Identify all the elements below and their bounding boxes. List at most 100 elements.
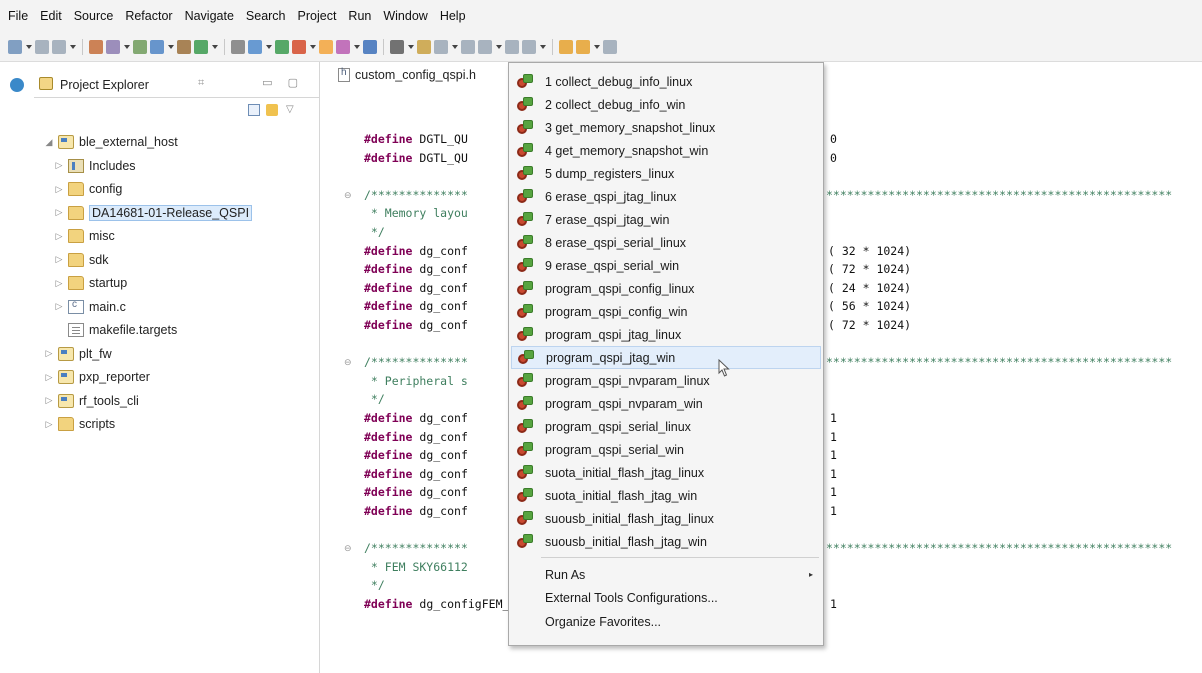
menu-search[interactable]: Search [240,5,292,27]
bug-icon[interactable] [177,39,191,54]
tool-item-collect-debug-info-win[interactable]: 2 collect_debug_info_win [511,93,821,116]
tree-item-config[interactable]: ▷ config [0,177,320,201]
collapsed-arrow-icon[interactable]: ▷ [54,160,64,171]
tree-item-pxp-reporter[interactable]: ▷ pxp_reporter [0,365,320,389]
save-icon[interactable] [35,39,49,54]
tool-item-program-qspi-serial-win[interactable]: program_qspi_serial_win [511,438,821,461]
tree-item-rf-tools-cli[interactable]: ▷ rf_tools_cli [0,389,320,413]
toolbar-dropdown-arrow-icon[interactable] [265,40,272,54]
menu-run[interactable]: Run [342,5,377,27]
menu-edit[interactable]: Edit [34,5,68,27]
wand-icon[interactable] [336,39,350,54]
tree-item-startup[interactable]: ▷ startup [0,271,320,295]
toolbar-dropdown-arrow-icon[interactable] [539,40,546,54]
fold-toggle-icon[interactable]: ⊖ [344,353,352,371]
doc-icon[interactable] [461,39,475,54]
prev-annotation-icon[interactable] [576,39,590,54]
menu-navigate[interactable]: Navigate [179,5,240,27]
close-tab-icon[interactable]: ⌗ [198,77,204,90]
fold-toggle-icon[interactable]: ⊖ [344,186,352,204]
menu-refactor[interactable]: Refactor [119,5,178,27]
tree-item-main-c[interactable]: ▷ main.c [0,295,320,319]
tool-item-dump-registers-linux[interactable]: 5 dump_registers_linux [511,162,821,185]
project-explorer-tab[interactable]: Project Explorer ⌗ ▭ ▢ [34,72,320,98]
terminal-icon[interactable] [363,39,377,54]
tree-item-misc[interactable]: ▷ misc [0,224,320,248]
doc-icon[interactable] [522,39,536,54]
save-all-icon[interactable] [52,39,66,54]
toolbar-dropdown-arrow-icon[interactable] [495,40,502,54]
tool-item-program-qspi-jtag-linux[interactable]: program_qspi_jtag_linux [511,323,821,346]
tree-item-da14681-01-release-qspi[interactable]: ▷ DA14681-01-Release_QSPI [0,201,320,225]
toolbar-dropdown-arrow-icon[interactable] [309,40,316,54]
play-icon[interactable] [194,39,208,54]
tree-item-plt-fw[interactable]: ▷ plt_fw [0,342,320,366]
collapsed-arrow-icon[interactable]: ▷ [54,231,64,242]
publish-icon[interactable] [133,39,147,54]
collapsed-arrow-icon[interactable]: ▷ [44,419,54,430]
minimize-maximize-icons[interactable]: ▭ ▢ [262,76,304,89]
toolbar-dropdown-arrow-icon[interactable] [123,40,130,54]
run-icon[interactable] [150,39,164,54]
external-tools-configurations-item[interactable]: External Tools Configurations... [511,587,821,610]
menu-window[interactable]: Window [377,5,433,27]
toolbar-dropdown-arrow-icon[interactable] [211,40,218,54]
collapsed-arrow-icon[interactable]: ▷ [44,348,54,359]
collapsed-arrow-icon[interactable]: ▷ [54,184,64,195]
toolbar-dropdown-arrow-icon[interactable] [451,40,458,54]
tool-item-collect-debug-info-linux[interactable]: 1 collect_debug_info_linux [511,70,821,93]
editor-tab[interactable]: custom_config_qspi.h [338,62,510,88]
toolbar-dropdown-arrow-icon[interactable] [25,40,32,54]
external-tools-icon[interactable] [292,39,306,54]
tree-item-ble-external-host[interactable]: ◢ ble_external_host [0,130,320,154]
tree-item-includes[interactable]: ▷ Includes [0,154,320,178]
collapsed-arrow-icon[interactable]: ▷ [54,254,64,265]
tool-item-program-qspi-nvparam-win[interactable]: program_qspi_nvparam_win [511,392,821,415]
collapsed-arrow-icon[interactable]: ▷ [54,278,64,289]
view-indicator-icon[interactable] [10,78,24,92]
target-icon[interactable] [248,39,262,54]
refresh-icon[interactable] [319,39,333,54]
tool-item-program-qspi-jtag-win[interactable]: program_qspi_jtag_win [511,346,821,369]
fold-toggle-icon[interactable]: ⊖ [344,539,352,557]
collapse-all-icon[interactable] [248,104,260,116]
tool-item-get-memory-snapshot-linux[interactable]: 3 get_memory_snapshot_linux [511,116,821,139]
menu-help[interactable]: Help [434,5,472,27]
tool-item-program-qspi-serial-linux[interactable]: program_qspi_serial_linux [511,415,821,438]
tree-item-sdk[interactable]: ▷ sdk [0,248,320,272]
toolbar-dropdown-arrow-icon[interactable] [593,40,600,54]
menu-source[interactable]: Source [68,5,120,27]
organize-favorites-item[interactable]: Organize Favorites... [511,610,821,633]
expanded-arrow-icon[interactable]: ◢ [44,137,54,148]
tool-item-program-qspi-config-linux[interactable]: program_qspi_config_linux [511,277,821,300]
tool-item-suota-initial-flash-jtag-win[interactable]: suota_initial_flash_jtag_win [511,484,821,507]
doc-icon[interactable] [434,39,448,54]
tool-item-suousb-initial-flash-jtag-win[interactable]: suousb_initial_flash_jtag_win [511,530,821,553]
scissors-icon[interactable] [390,39,404,54]
toolbar-dropdown-arrow-icon[interactable] [353,40,360,54]
tool-item-erase-qspi-jtag-linux[interactable]: 6 erase_qspi_jtag_linux [511,185,821,208]
link-editor-icon[interactable] [266,104,278,116]
stop-icon[interactable] [231,39,245,54]
tree-item-scripts[interactable]: ▷ scripts [0,412,320,436]
new-icon[interactable] [8,39,22,54]
tool-item-suousb-initial-flash-jtag-linux[interactable]: suousb_initial_flash_jtag_linux [511,507,821,530]
menu-project[interactable]: Project [292,5,343,27]
brush-icon[interactable] [417,39,431,54]
tree-item-makefile-targets[interactable]: makefile.targets [0,318,320,342]
collapsed-arrow-icon[interactable]: ▷ [44,372,54,383]
tool-item-erase-qspi-serial-linux[interactable]: 8 erase_qspi_serial_linux [511,231,821,254]
next-annotation-icon[interactable] [559,39,573,54]
collapsed-arrow-icon[interactable]: ▷ [44,395,54,406]
tool-item-get-memory-snapshot-win[interactable]: 4 get_memory_snapshot_win [511,139,821,162]
run-config-icon[interactable] [275,39,289,54]
collapsed-arrow-icon[interactable]: ▷ [54,207,64,218]
doc-icon[interactable] [505,39,519,54]
tool-item-erase-qspi-jtag-win[interactable]: 7 erase_qspi_jtag_win [511,208,821,231]
tool-item-program-qspi-nvparam-linux[interactable]: program_qspi_nvparam_linux [511,369,821,392]
menu-file[interactable]: File [2,5,34,27]
toolbar-dropdown-arrow-icon[interactable] [407,40,414,54]
debug-icon[interactable] [89,39,103,54]
toolbar-dropdown-arrow-icon[interactable] [69,40,76,54]
build-icon[interactable] [106,39,120,54]
